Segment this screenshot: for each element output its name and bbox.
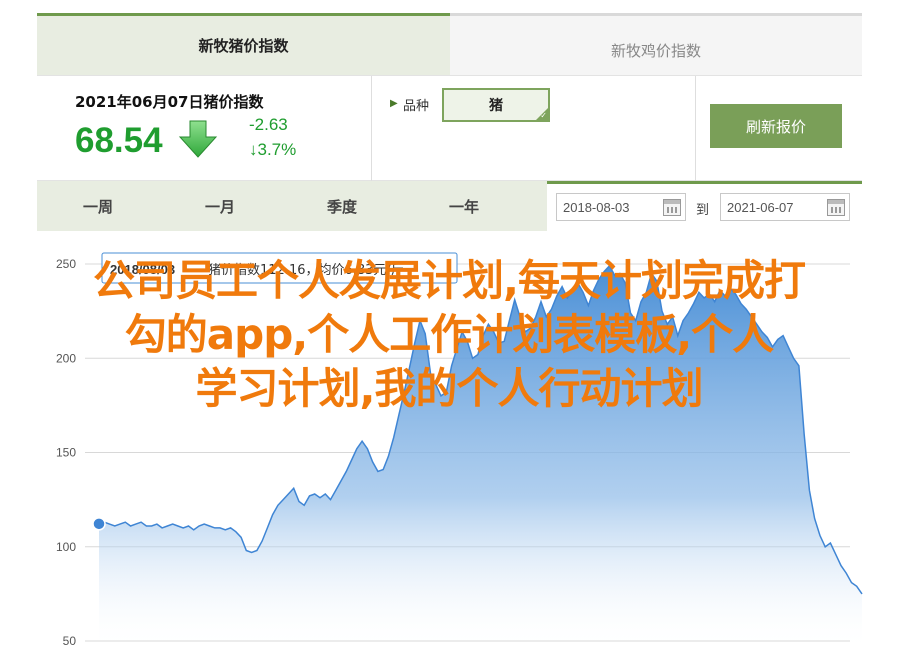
down-arrow-icon	[178, 120, 218, 158]
start-date-input[interactable]: 2018-08-03	[556, 193, 686, 221]
calendar-icon[interactable]	[827, 199, 845, 216]
end-date-input[interactable]: 2021-06-07	[720, 193, 850, 221]
to-label: 到	[696, 203, 710, 218]
refresh-quote-button[interactable]: 刷新报价	[710, 104, 842, 148]
end-date-value: 2021-06-07	[727, 199, 794, 215]
period-year[interactable]: 一年	[403, 181, 525, 231]
overlay-line-2: 勾的app,个人工作计划表模板,个人	[124, 310, 774, 359]
period-month[interactable]: 一月	[159, 181, 281, 231]
variety-select[interactable]: 猪 ✓	[442, 88, 550, 122]
tab-pig-price-index[interactable]: 新牧猪价指数	[37, 13, 450, 75]
divider	[695, 76, 696, 182]
divider	[371, 76, 372, 182]
period-tabs: 一周 一月 季度 一年	[37, 181, 547, 231]
variety-label: 品种	[403, 99, 430, 114]
calendar-icon[interactable]	[663, 199, 681, 216]
hover-marker	[92, 517, 106, 531]
caret-right-icon: ▶	[390, 98, 398, 109]
date-range: 2018-08-03 到 2021-06-07	[547, 181, 862, 231]
y-tick-label: 50	[63, 634, 77, 648]
check-icon: ✓	[540, 111, 547, 120]
y-tick-label: 150	[56, 446, 76, 460]
overlay-banner-text: 公司员工个人发展计划,每天计划完成打 勾的app,个人工作计划表模板,个人 学习…	[0, 254, 898, 416]
period-quarter[interactable]: 季度	[281, 181, 403, 231]
price-change-percent: ↓3.7%	[249, 140, 297, 159]
index-tabs: 新牧猪价指数 新牧鸡价指数	[37, 13, 862, 75]
period-week[interactable]: 一周	[37, 181, 159, 231]
start-date-value: 2018-08-03	[563, 199, 630, 215]
price-change: -2.63	[249, 115, 288, 134]
current-price: 68.54	[75, 121, 163, 160]
summary-date-title: 2021年06月07日猪价指数	[75, 93, 264, 111]
index-summary: 2021年06月07日猪价指数 68.54 -2.63 ↓3.7% ▶ 品种 猪…	[37, 75, 862, 182]
variety-value: 猪	[489, 98, 503, 114]
tab-chicken-price-index[interactable]: 新牧鸡价指数	[450, 13, 862, 75]
overlay-line-1: 公司员工个人发展计划,每天计划完成打	[93, 256, 806, 305]
overlay-line-3: 学习计划,我的个人行动计划	[195, 364, 704, 413]
y-tick-label: 100	[56, 540, 76, 554]
